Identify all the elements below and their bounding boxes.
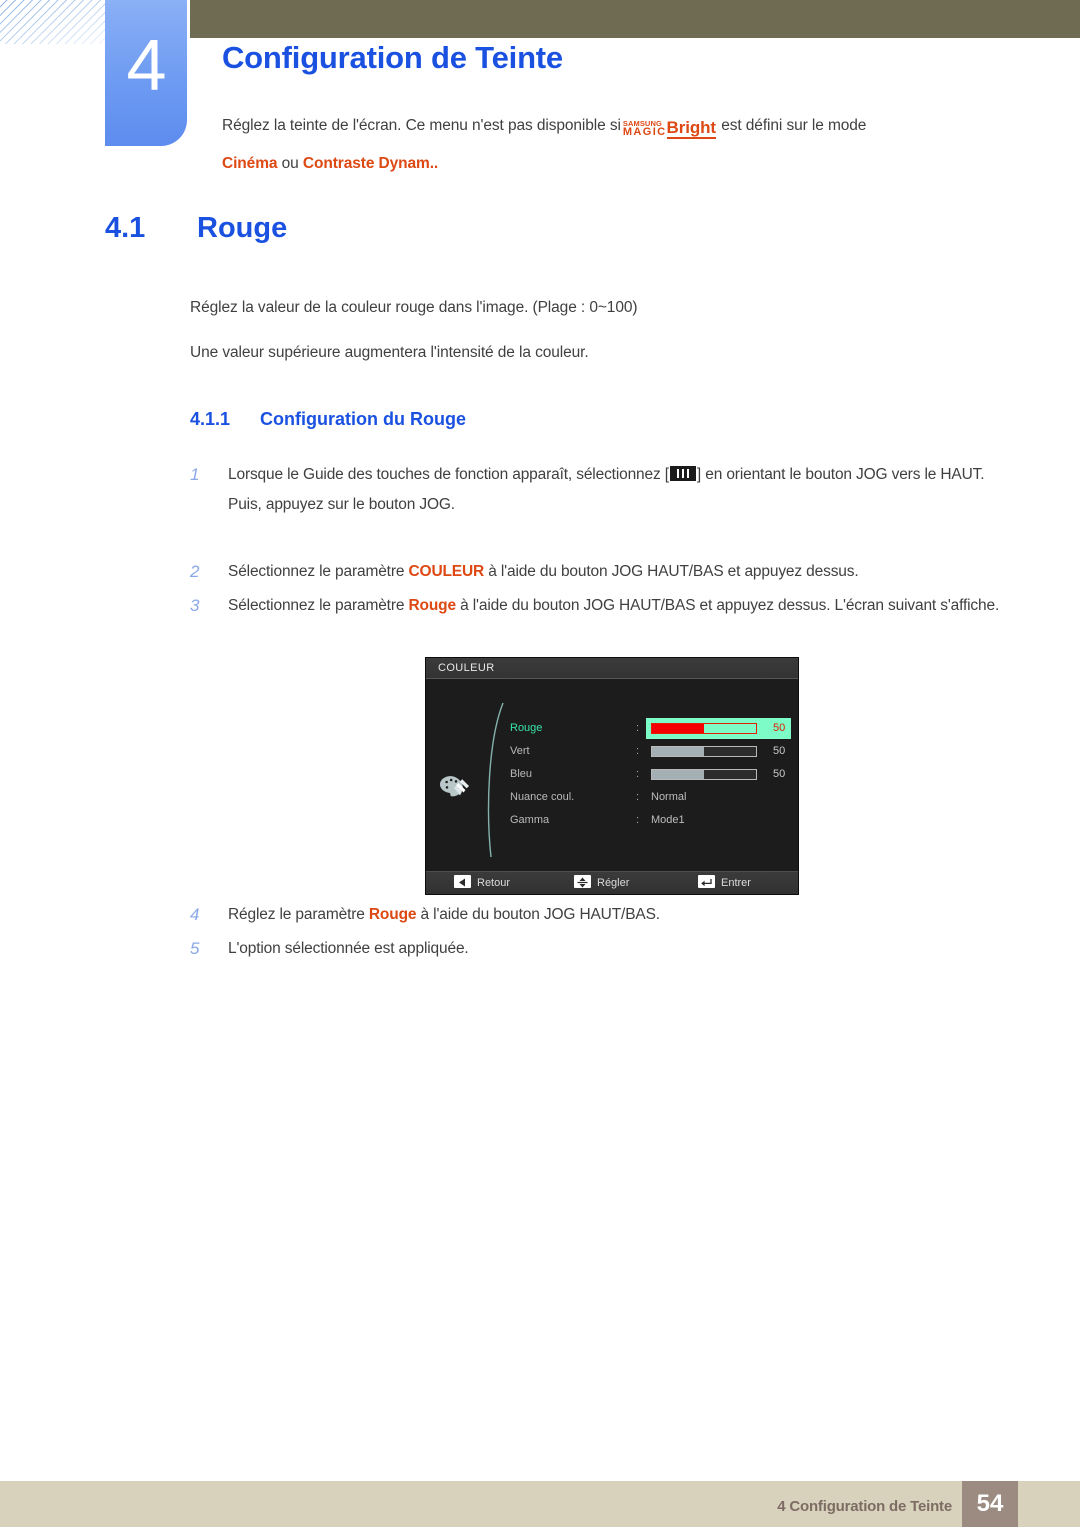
chapter-intro-paragraph: Réglez la teinte de l'écran. Ce menu n'e… bbox=[222, 108, 1012, 181]
footer-page-number: 54 bbox=[962, 1481, 1018, 1527]
header-olive-bar bbox=[190, 0, 1080, 38]
osd-row-value: 50 bbox=[773, 745, 786, 757]
step-text-part-b: à l'aide du bouton JOG HAUT/BAS et appuy… bbox=[460, 597, 1000, 614]
osd-row-label: Vert bbox=[510, 745, 530, 757]
step-text-part-a: Réglez le paramètre bbox=[228, 906, 365, 923]
footer-chapter-label: 4 Configuration de Teinte bbox=[777, 1498, 952, 1515]
section-heading: 4.1 Rouge bbox=[105, 212, 287, 245]
enter-arrow-icon bbox=[698, 875, 715, 888]
osd-row-slider[interactable] bbox=[651, 723, 757, 734]
osd-footer-regler[interactable]: Régler bbox=[574, 872, 629, 894]
corner-hatch-decoration bbox=[0, 0, 108, 44]
magic-logo-stack: SAMSUNG MAGIC bbox=[623, 120, 667, 139]
osd-row-colon: : bbox=[636, 791, 640, 803]
step-index: 4 bbox=[190, 905, 200, 924]
subsection-number: 4.1.1 bbox=[190, 409, 231, 429]
osd-footer-bar: Retour Régler Entrer bbox=[426, 871, 798, 894]
step-text-part-b: à l'aide du bouton JOG HAUT/BAS et appuy… bbox=[488, 563, 859, 580]
page-title: Configuration de Teinte bbox=[222, 40, 563, 75]
osd-row-vert[interactable]: Vert : 50 bbox=[486, 740, 791, 763]
chapter-intro-text-before: Réglez la teinte de l'écran. Ce menu n'e… bbox=[222, 117, 621, 134]
osd-row-colon: : bbox=[636, 722, 640, 734]
step-text: Sélectionnez le paramètre Rouge à l'aide… bbox=[228, 591, 1000, 621]
step-index: 2 bbox=[190, 562, 200, 581]
step-text: Réglez le paramètre Rouge à l'aide du bo… bbox=[228, 900, 1000, 930]
step-index: 5 bbox=[190, 939, 200, 958]
subsection-heading: 4.1.1 Configuration du Rouge bbox=[190, 409, 466, 430]
step-text: L'option sélectionnée est appliquée. bbox=[228, 940, 469, 957]
magic-logo-magic-text: MAGIC bbox=[622, 126, 667, 139]
osd-row-label: Nuance coul. bbox=[510, 791, 575, 803]
osd-row-bleu[interactable]: Bleu : 50 bbox=[486, 763, 791, 786]
samsung-magic-bright-logo: SAMSUNG MAGIC Bright bbox=[623, 111, 716, 146]
step-highlight-term: Rouge bbox=[408, 597, 457, 614]
step-text-part-b: ] en orientant le bouton JOG vers le HAU… bbox=[696, 466, 985, 483]
left-arrow-icon bbox=[454, 875, 471, 888]
up-down-arrow-icon bbox=[574, 875, 591, 888]
osd-row-slider[interactable] bbox=[651, 746, 757, 757]
osd-menu-body: Rouge : 50 Vert : 50 Bleu : 50 Nuance co… bbox=[426, 679, 798, 871]
step-text: Sélectionnez le paramètre COULEUR à l'ai… bbox=[228, 557, 1000, 587]
subsection-title: Configuration du Rouge bbox=[260, 409, 466, 429]
step-highlight-term: COULEUR bbox=[408, 563, 485, 580]
step-text-part-a: Sélectionnez le paramètre bbox=[228, 597, 405, 614]
osd-row-colon: : bbox=[636, 814, 640, 826]
step-item: 2 Sélectionnez le paramètre COULEUR à l'… bbox=[190, 557, 1000, 587]
osd-row-nuance-coul[interactable]: Nuance coul. : Normal bbox=[486, 786, 791, 809]
color-palette-icon bbox=[439, 776, 469, 797]
magic-logo-bright-text: Bright bbox=[666, 117, 716, 139]
osd-row-value: Normal bbox=[651, 791, 687, 803]
osd-row-label: Gamma bbox=[510, 814, 550, 826]
jog-bars-icon bbox=[669, 466, 696, 481]
osd-row-value: Mode1 bbox=[651, 814, 685, 826]
step-item: 3 Sélectionnez le paramètre Rouge à l'ai… bbox=[190, 591, 1000, 621]
section-number: 4.1 bbox=[105, 212, 146, 244]
mode-cinema-label: Cinéma bbox=[222, 155, 278, 172]
osd-footer-retour[interactable]: Retour bbox=[454, 872, 510, 894]
osd-row-value: 50 bbox=[773, 722, 786, 734]
osd-footer-label: Régler bbox=[597, 877, 630, 889]
section-title: Rouge bbox=[197, 212, 288, 244]
osd-row-value: 50 bbox=[773, 768, 786, 780]
osd-row-colon: : bbox=[636, 745, 640, 757]
osd-footer-entrer[interactable]: Entrer bbox=[698, 872, 751, 894]
step-item: 1 Lorsque le Guide des touches de foncti… bbox=[190, 460, 1000, 520]
mode-conjunction: ou bbox=[281, 155, 299, 172]
step-extra-text: Puis, appuyez sur le bouton JOG. bbox=[228, 496, 455, 513]
step-text-part-a: Sélectionnez le paramètre bbox=[228, 563, 405, 580]
osd-row-colon: : bbox=[636, 768, 640, 780]
step-item: 4 Réglez le paramètre Rouge à l'aide du … bbox=[190, 900, 1000, 930]
section-paragraph-1: Réglez la valeur de la couleur rouge dan… bbox=[190, 299, 638, 316]
step-item: 5 L'option sélectionnée est appliquée. bbox=[190, 934, 1000, 964]
chapter-number-tab: 4 bbox=[105, 0, 187, 146]
section-paragraph-2: Une valeur supérieure augmentera l'inten… bbox=[190, 344, 589, 361]
osd-footer-label: Entrer bbox=[721, 877, 751, 889]
osd-settings-list: Rouge : 50 Vert : 50 Bleu : 50 Nuance co… bbox=[486, 717, 791, 832]
step-text-part-a: Lorsque le Guide des touches de fonction… bbox=[228, 466, 669, 483]
osd-row-rouge[interactable]: Rouge : 50 bbox=[486, 717, 791, 740]
osd-row-label: Rouge bbox=[510, 722, 543, 734]
step-text-part-b: à l'aide du bouton JOG HAUT/BAS. bbox=[420, 906, 661, 923]
step-index: 1 bbox=[190, 465, 200, 484]
osd-row-label: Bleu bbox=[510, 768, 533, 780]
mode-contraste-dynam-label: Contraste Dynam.. bbox=[302, 155, 439, 172]
osd-footer-label: Retour bbox=[477, 877, 511, 889]
chapter-intro-text-after: est défini sur le mode bbox=[721, 117, 867, 134]
osd-row-gamma[interactable]: Gamma : Mode1 bbox=[486, 809, 791, 832]
step-highlight-term: Rouge bbox=[368, 906, 417, 923]
osd-menu-title: COULEUR bbox=[426, 658, 798, 679]
step-index: 3 bbox=[190, 596, 200, 615]
osd-menu-screenshot: COULEUR Rouge : 50 Vert: 50 Bleu: 50 N… bbox=[425, 657, 799, 895]
osd-row-slider[interactable] bbox=[651, 769, 757, 780]
step-text: Lorsque le Guide des touches de fonction… bbox=[228, 460, 1000, 520]
